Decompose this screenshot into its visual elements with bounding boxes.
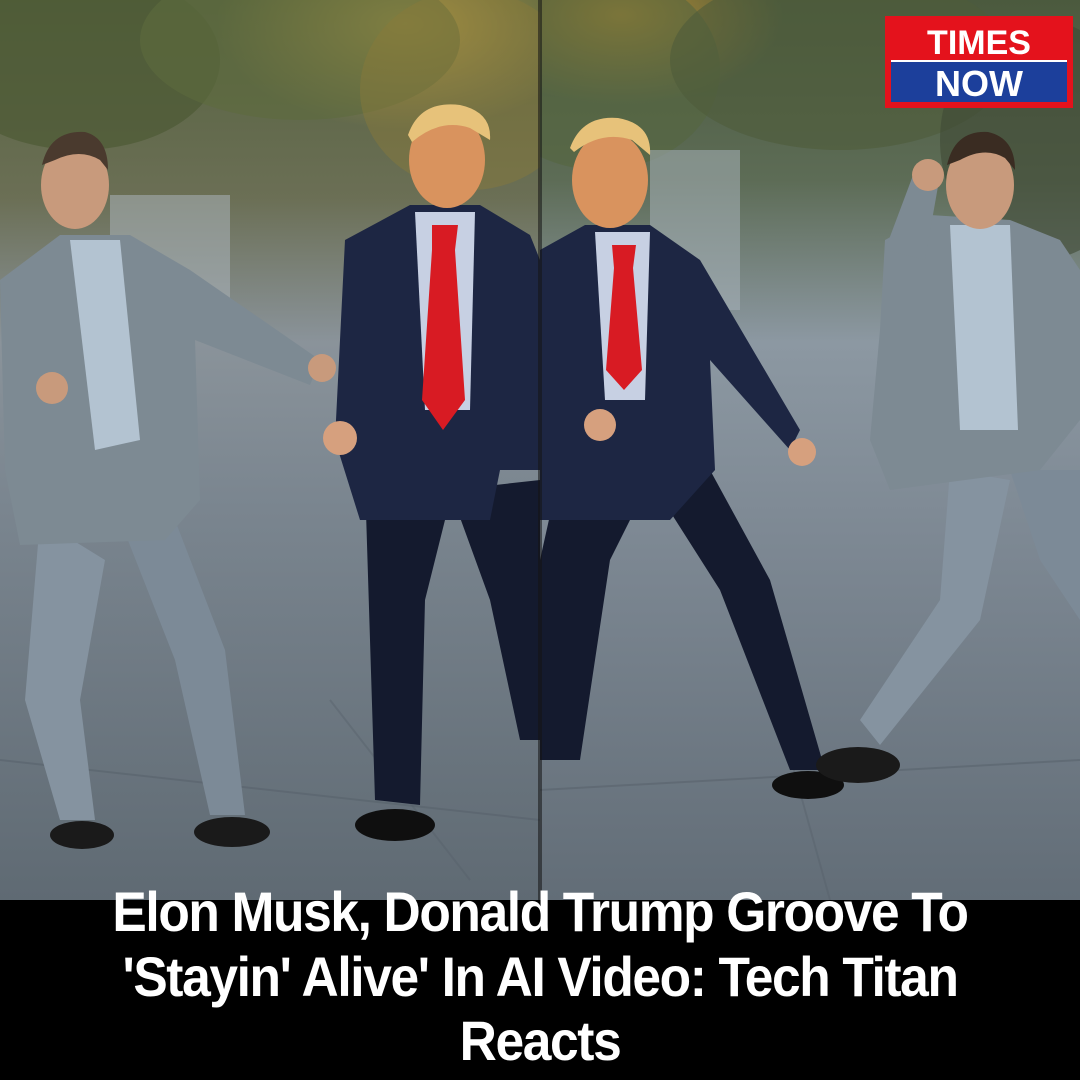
right-frame bbox=[540, 0, 1080, 900]
times-now-logo: TIMES NOW bbox=[885, 16, 1073, 108]
frame-divider bbox=[538, 0, 542, 900]
logo-line1: TIMES bbox=[927, 24, 1031, 62]
social-post: TIMES NOW Elon Musk, Donald Trump Groove… bbox=[0, 0, 1080, 1080]
right-frame-scene bbox=[540, 0, 1080, 900]
headline: Elon Musk, Donald Trump Groove To 'Stayi… bbox=[112, 880, 969, 1073]
times-now-logo-mark: TIMES NOW bbox=[885, 16, 1073, 108]
video-still-collage bbox=[0, 0, 1080, 900]
left-frame-scene bbox=[0, 0, 540, 900]
left-frame bbox=[0, 0, 540, 900]
logo-line2: NOW bbox=[935, 63, 1023, 104]
